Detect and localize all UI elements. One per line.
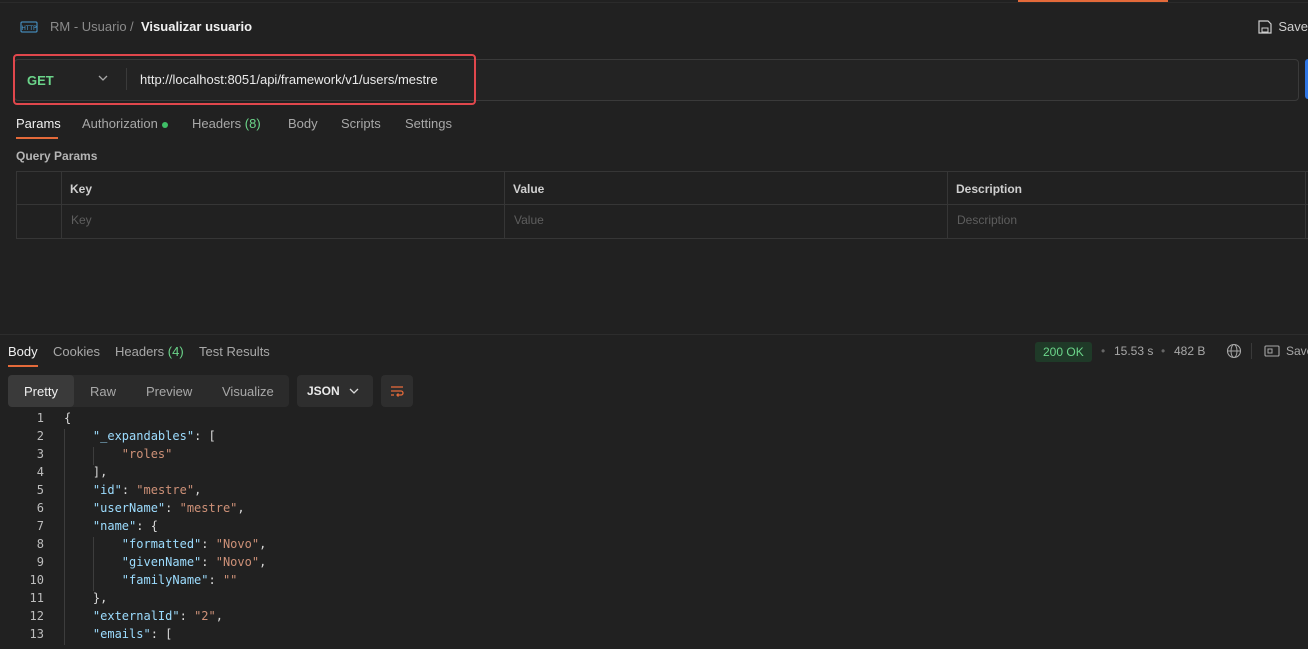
column-divider <box>61 171 62 238</box>
line-number: 7 <box>36 519 44 533</box>
code-line: "familyName": "" <box>121 573 238 587</box>
save-icon <box>1258 19 1272 34</box>
column-divider <box>1305 171 1306 238</box>
tab-underline <box>8 365 38 367</box>
line-number: 8 <box>36 537 44 551</box>
value-input[interactable]: Value <box>514 213 544 227</box>
table-row-divider <box>16 204 1308 205</box>
tab-scripts[interactable]: Scripts <box>341 116 381 131</box>
save-button[interactable]: Save <box>1258 19 1308 34</box>
response-size[interactable]: 482 B <box>1174 344 1205 358</box>
tab-label: Headers <box>192 116 242 131</box>
code-line: ], <box>64 465 108 479</box>
separator-dot: • <box>1101 344 1106 358</box>
save-label: Save <box>1286 344 1308 358</box>
indent-guide <box>93 447 94 465</box>
save-label: Save <box>1278 19 1308 34</box>
http-icon: HTTP <box>20 21 38 33</box>
pane-divider[interactable] <box>0 334 1308 335</box>
highlight-box <box>13 54 476 105</box>
column-header-value: Value <box>513 182 545 196</box>
params-table <box>16 171 1308 239</box>
code-line: "roles" <box>121 447 173 461</box>
code-line: "id": "mestre", <box>92 483 202 497</box>
status-dot-icon <box>161 121 168 128</box>
tab-body[interactable]: Body <box>288 116 318 131</box>
line-number: 6 <box>36 501 44 515</box>
line-number: 12 <box>29 609 44 623</box>
headers-count: (8) <box>244 116 261 131</box>
code-line: "name": { <box>92 519 158 533</box>
tab-test-results[interactable]: Test Results <box>199 344 270 359</box>
chevron-down-icon[interactable] <box>348 385 360 397</box>
request-title[interactable]: Visualizar usuario <box>141 19 252 34</box>
view-pretty[interactable]: Pretty <box>24 384 58 399</box>
line-number: 4 <box>36 465 44 479</box>
line-number: 2 <box>36 429 44 443</box>
line-number: 11 <box>29 591 44 605</box>
divider <box>0 2 1308 3</box>
wrap-lines-icon <box>391 386 404 397</box>
breadcrumb-collection[interactable]: RM - Usuario <box>50 19 127 34</box>
description-input[interactable]: Description <box>957 213 1017 227</box>
view-preview[interactable]: Preview <box>146 384 192 399</box>
tab-headers[interactable]: Headers (8) <box>192 116 261 131</box>
tab-authorization[interactable]: Authorization <box>82 116 168 131</box>
line-number: 1 <box>36 411 44 425</box>
tab-underline <box>16 137 58 139</box>
response-time[interactable]: 15.53 s <box>1114 344 1153 358</box>
tab-response-body[interactable]: Body <box>8 344 38 359</box>
tab-response-headers[interactable]: Headers (4) <box>115 344 184 359</box>
tab-settings[interactable]: Settings <box>405 116 452 131</box>
view-visualize[interactable]: Visualize <box>222 384 274 399</box>
line-number: 3 <box>36 447 44 461</box>
tab-label: Authorization <box>82 116 158 131</box>
line-number: 5 <box>36 483 44 497</box>
view-raw[interactable]: Raw <box>90 384 116 399</box>
code-line: "_expandables": [ <box>92 429 216 443</box>
save-response-icon <box>1264 345 1280 357</box>
code-line: "userName": "mestre", <box>92 501 245 515</box>
code-line: "externalId": "2", <box>92 609 223 623</box>
divider <box>1251 343 1252 359</box>
tab-cookies[interactable]: Cookies <box>53 344 100 359</box>
code-line: }, <box>64 591 108 605</box>
separator-dot: • <box>1161 344 1166 358</box>
line-number: 9 <box>36 555 44 569</box>
code-line: "emails": [ <box>92 627 173 641</box>
code-line: { <box>64 411 72 425</box>
tab-params[interactable]: Params <box>16 116 61 131</box>
code-line: "givenName": "Novo", <box>121 555 267 569</box>
line-number: 10 <box>29 573 44 587</box>
column-divider <box>504 171 505 238</box>
query-params-title: Query Params <box>16 149 98 163</box>
indent-guide <box>64 429 65 645</box>
save-response-button[interactable]: Save <box>1264 344 1308 358</box>
key-input[interactable]: Key <box>71 213 92 227</box>
code-line: "formatted": "Novo", <box>121 537 267 551</box>
globe-icon[interactable] <box>1226 343 1242 359</box>
column-divider <box>947 171 948 238</box>
headers-count: (4) <box>167 344 184 359</box>
tab-label: Headers <box>115 344 165 359</box>
breadcrumb-separator: / <box>130 19 134 34</box>
indent-guide <box>93 537 94 591</box>
column-header-key: Key <box>70 182 93 196</box>
column-header-description: Description <box>956 182 1023 196</box>
svg-text:HTTP: HTTP <box>21 25 37 32</box>
line-number: 13 <box>29 627 44 641</box>
status-badge[interactable]: 200 OK <box>1035 342 1092 362</box>
format-label: JSON <box>307 384 340 398</box>
